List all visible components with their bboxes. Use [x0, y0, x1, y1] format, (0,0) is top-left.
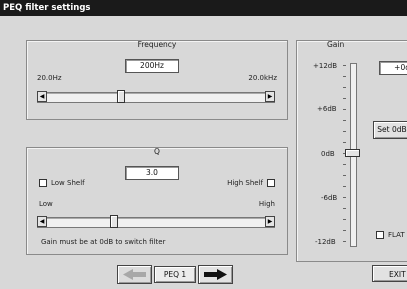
gain-title: Gain — [327, 40, 345, 49]
low-shelf-checkbox[interactable] — [39, 179, 47, 187]
set-0db-button[interactable]: Set 0dB — [373, 121, 407, 139]
gain-slider-thumb[interactable] — [345, 149, 360, 157]
next-peq-button[interactable] — [198, 265, 233, 284]
q-slider[interactable]: ◀ ▶ — [37, 215, 275, 228]
gain-label-0: 0dB — [321, 150, 335, 158]
chevron-right-icon[interactable]: ▶ — [265, 91, 275, 102]
arrow-right-icon — [204, 269, 227, 280]
gain-label-minus6: -6dB — [321, 194, 338, 202]
prev-peq-button[interactable] — [117, 265, 152, 284]
flat-label: FLAT — [388, 231, 405, 239]
gain-label-plus12: +12dB — [313, 62, 338, 70]
switch-filter-note: Gain must be at 0dB to switch filter — [41, 238, 166, 246]
gain-label-minus12: -12dB — [315, 238, 336, 246]
q-high-label: High — [258, 200, 275, 208]
frequency-min-label: 20.0Hz — [37, 74, 62, 82]
exit-button[interactable]: EXIT — [372, 265, 407, 282]
peq-indicator: PEQ 1 — [154, 266, 196, 283]
gain-label-plus6: +6dB — [317, 105, 337, 113]
chevron-right-icon[interactable]: ▶ — [265, 216, 275, 227]
q-value-field[interactable]: 3.0 — [125, 166, 179, 180]
q-frame: Q 3.0 Low Shelf High Shelf Low High ◀ ▶ … — [26, 147, 288, 255]
frequency-title: Frequency — [137, 40, 177, 49]
gain-frame: Gain +12dB +6dB 0dB -6dB -12dB +0d Set 0… — [296, 40, 407, 262]
frequency-slider-thumb[interactable] — [117, 90, 125, 103]
arrow-left-icon — [123, 269, 146, 280]
frequency-frame: Frequency 200Hz 20.0Hz 20.0kHz ◀ ▶ — [26, 40, 288, 120]
chevron-left-icon[interactable]: ◀ — [37, 216, 47, 227]
gain-value-field[interactable]: +0d — [379, 61, 407, 75]
q-slider-thumb[interactable] — [110, 215, 118, 228]
q-title: Q — [154, 147, 160, 156]
high-shelf-label: High Shelf — [227, 179, 263, 187]
chevron-left-icon[interactable]: ◀ — [37, 91, 47, 102]
frequency-max-label: 20.0kHz — [248, 74, 277, 82]
q-low-label: Low — [39, 200, 53, 208]
low-shelf-label: Low Shelf — [51, 179, 85, 187]
frequency-value-field[interactable]: 200Hz — [125, 59, 179, 73]
window-title: PEQ filter settings — [0, 0, 407, 16]
flat-checkbox[interactable] — [376, 231, 384, 239]
frequency-slider[interactable]: ◀ ▶ — [37, 90, 275, 103]
high-shelf-checkbox[interactable] — [267, 179, 275, 187]
